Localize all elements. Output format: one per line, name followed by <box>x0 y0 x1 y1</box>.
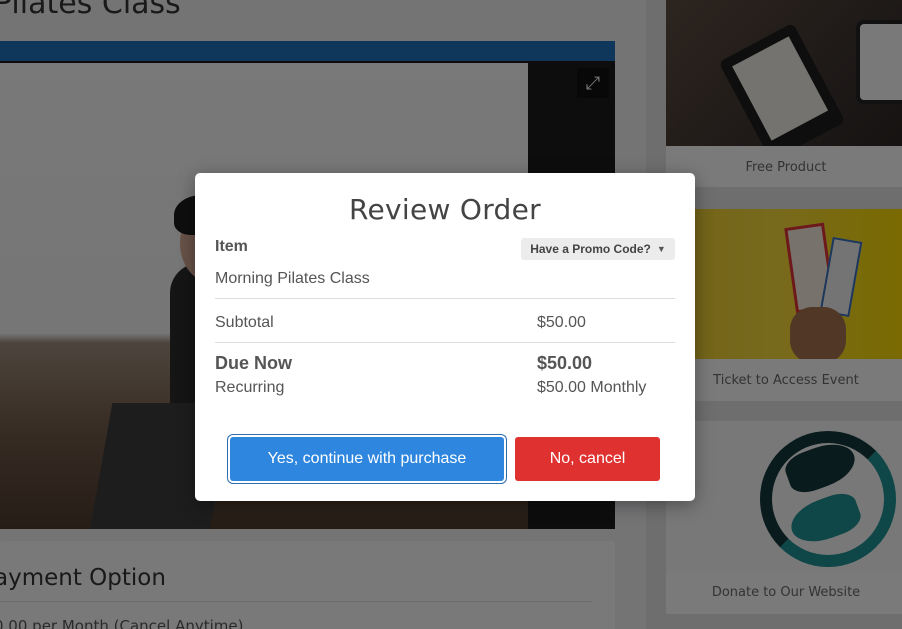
caret-down-icon: ▼ <box>656 244 666 254</box>
promo-code-button[interactable]: Have a Promo Code? ▼ <box>521 238 675 260</box>
order-item-name: Morning Pilates Class <box>215 270 370 287</box>
subtotal-label: Subtotal <box>215 314 274 331</box>
due-now-value: $50.00 <box>537 353 593 373</box>
confirm-purchase-button[interactable]: Yes, continue with purchase <box>230 437 504 481</box>
recurring-value: $50.00 Monthly <box>537 379 647 396</box>
promo-code-label: Have a Promo Code? <box>530 242 651 256</box>
subtotal-value: $50.00 <box>537 314 586 331</box>
modal-title: Review Order <box>349 193 541 226</box>
item-column-header: Item <box>215 238 248 255</box>
due-now-label: Due Now <box>215 353 293 373</box>
review-order-modal: Review Order Item Have a Promo Code? ▼ M… <box>195 173 695 501</box>
divider <box>215 298 675 299</box>
divider <box>215 342 675 343</box>
recurring-label: Recurring <box>215 379 285 396</box>
cancel-button[interactable]: No, cancel <box>515 437 660 481</box>
